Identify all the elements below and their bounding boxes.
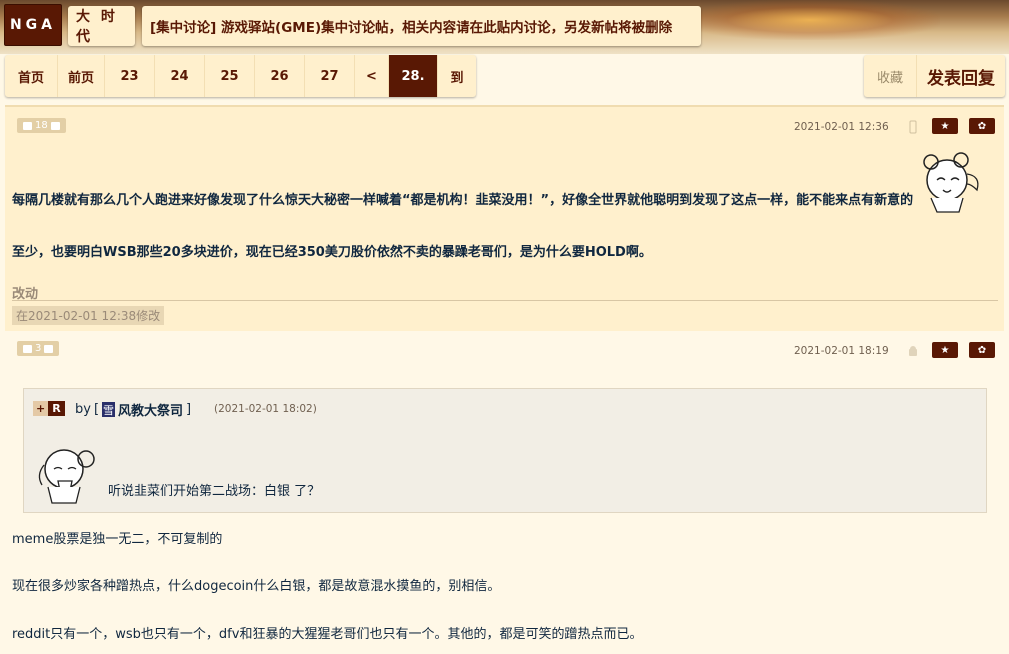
star-button[interactable]: ★ [932,118,958,134]
quote-username[interactable]: 风教大祭司 [118,400,183,419]
page-link[interactable]: 25 [205,55,255,97]
thumbs-down-icon [50,121,60,130]
gear-icon: ✿ [977,120,987,132]
page-link[interactable]: 27 [305,55,355,97]
thumbs-up-icon [23,121,32,130]
post: 3 2021-02-01 18:19 ★ ✿ + R by [ 雪 风教大祭司 … [5,332,1004,654]
post-line: 现在很多炒家各种蹭热点，什么dogecoin什么白银，都是故意混水摸鱼的，别相信… [12,579,501,594]
thumbs-up-icon [23,344,32,353]
reply-button[interactable]: 发表回复 [917,55,1005,97]
quote-avatar[interactable] [34,441,102,505]
breadcrumb-forum[interactable]: 大 时 代 [68,6,135,46]
favorite-button[interactable]: 收藏 [864,55,917,97]
page-first-button[interactable]: 首页 [5,55,58,97]
quote-tags: + R [33,401,65,416]
banner-decoration [680,0,940,40]
page-prev-button[interactable]: 前页 [58,55,105,97]
post-line: reddit只有一个，wsb也只有一个，dfv和狂暴的大猩猩老哥们也只有一个。其… [12,627,643,642]
breadcrumb-topic[interactable]: [集中讨论] 游戏驿站(GME)集中讨论帖，相关内容请在此贴内讨论，另发新帖将被… [142,6,701,46]
android-device-icon [909,346,917,356]
page-back-button[interactable]: < [355,55,389,97]
thread-actions: 收藏 发表回复 [864,55,1005,97]
quote-plus-tag[interactable]: + [33,401,49,416]
quote-text: 听说韭菜们开始第二战场：白银 了？ [108,484,321,499]
post-line: 每隔几楼就有那么几个人跑进来好像发现了什么惊天大秘密一样喊着“都是机构！韭菜没用… [12,193,914,208]
page-goto-button[interactable]: 到 [438,55,476,97]
gear-icon: ✿ [977,344,987,356]
thumbs-down-icon [44,344,54,353]
quote-date: (2021-02-01 18:02) [214,403,317,415]
like-count: 18 [35,120,48,131]
quote-by-label: by [75,402,91,417]
like-count: 3 [35,343,42,354]
quote-reply-tag[interactable]: R [48,401,65,416]
pagination: 首页 前页 23 24 25 26 27 < 28. 到 [5,55,476,97]
mobile-device-icon [909,120,917,134]
site-logo[interactable]: NGA [4,4,62,46]
settings-button[interactable]: ✿ [969,118,995,134]
star-icon: ★ [940,344,950,356]
post-date: 2021-02-01 18:19 [794,345,889,357]
user-badge-icon: 雪 [102,402,116,417]
like-counter[interactable]: 18 [17,118,66,133]
page-link[interactable]: 23 [105,55,155,97]
page-link[interactable]: 26 [255,55,305,97]
bracket-close: ] [186,402,192,417]
star-icon: ★ [940,120,950,132]
post-line: meme股票是独一无二，不可复制的 [12,532,223,547]
page-link[interactable]: 24 [155,55,205,97]
settings-button[interactable]: ✿ [969,342,995,358]
post-line: 至少，也要明白WSB那些20多块进价，现在已经350美刀股价依然不卖的暴躁老哥们… [12,245,652,260]
bracket-open: [ [93,402,100,417]
quote-block: + R by [ 雪 风教大祭司 ] (2021-02-01 18:02) 听说… [23,388,987,513]
like-counter[interactable]: 3 [17,341,60,356]
edit-timestamp: 在2021-02-01 12:38修改 [12,306,165,325]
quote-author: by [ 雪 风教大祭司 ] [75,400,191,419]
post: 18 2021-02-01 12:36 ★ ✿ 每隔几楼就有那么几个人跑进来好像… [5,105,1004,331]
post-date: 2021-02-01 12:36 [794,121,889,133]
page-current[interactable]: 28. [389,55,438,97]
divider [12,300,998,301]
avatar[interactable] [915,150,985,216]
star-button[interactable]: ★ [932,342,958,358]
